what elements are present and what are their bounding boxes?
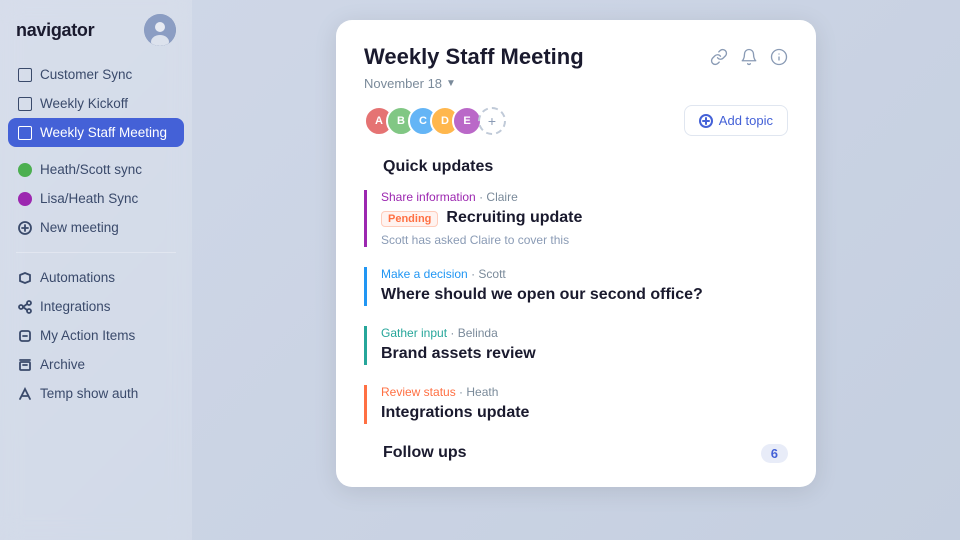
sidebar-item-label: Heath/Scott sync xyxy=(40,162,142,177)
quick-updates-section: Quick updates Share information · Claire… xyxy=(364,158,788,423)
tools-section: Automations Integrations My xyxy=(0,259,192,412)
sidebar-item-automations[interactable]: Automations xyxy=(8,263,184,292)
topic-type-label: Review status xyxy=(381,385,456,399)
meeting-date[interactable]: November 18 ▼ xyxy=(364,76,788,91)
add-topic-label: Add topic xyxy=(719,113,773,128)
integrations-icon xyxy=(18,300,32,314)
section-title: Quick updates xyxy=(364,158,788,176)
meeting-icon xyxy=(18,97,32,111)
topic-owner: · Heath xyxy=(459,385,498,399)
sidebar-item-label: Weekly Staff Meeting xyxy=(40,125,167,140)
sidebar-item-heath-scott[interactable]: Heath/Scott sync xyxy=(8,155,184,184)
sidebar-item-new-meeting[interactable]: New meeting xyxy=(8,213,184,242)
meeting-card: Weekly Staff Meeting xyxy=(336,20,816,487)
topic-type-label: Share information xyxy=(381,190,476,204)
sidebar-item-lisa-heath[interactable]: Lisa/Heath Sync xyxy=(8,184,184,213)
sidebar-item-my-action-items[interactable]: My Action Items xyxy=(8,321,184,350)
sidebar-item-label: Customer Sync xyxy=(40,67,132,82)
topic-title: Brand assets review xyxy=(381,344,536,365)
sidebar-item-customer-sync[interactable]: Customer Sync xyxy=(8,60,184,89)
automations-icon xyxy=(18,271,32,285)
topic-title-row: Pending Recruiting update xyxy=(381,208,788,229)
topic-meta: Make a decision · Scott xyxy=(381,267,788,281)
app-logo: navigator xyxy=(16,20,94,41)
topic-type-label: Gather input xyxy=(381,326,447,340)
topic-title-row: Where should we open our second office? xyxy=(381,285,788,306)
sidebar-item-label: Lisa/Heath Sync xyxy=(40,191,138,206)
meeting-icon xyxy=(18,68,32,82)
topic-type-label: Make a decision xyxy=(381,267,468,281)
follow-ups-count: 6 xyxy=(761,444,788,463)
topic-owner: · Scott xyxy=(471,267,506,281)
sidebar-header: navigator xyxy=(0,0,192,56)
topic-title: Where should we open our second office? xyxy=(381,285,703,306)
topic-owner: · Claire xyxy=(479,190,518,204)
sidebar-item-weekly-staff-meeting[interactable]: Weekly Staff Meeting xyxy=(8,118,184,147)
topic-title: Integrations update xyxy=(381,403,529,424)
topic-item[interactable]: Make a decision · Scott Where should we … xyxy=(364,267,788,306)
follow-ups-section[interactable]: Follow ups 6 xyxy=(364,444,788,463)
green-dot-icon xyxy=(18,163,32,177)
topic-meta: Gather input · Belinda xyxy=(381,326,788,340)
topic-item[interactable]: Review status · Heath Integrations updat… xyxy=(364,385,788,424)
user-avatar[interactable] xyxy=(144,14,176,46)
sidebar-item-archive[interactable]: Archive xyxy=(8,350,184,379)
meeting-action-icons xyxy=(710,48,788,66)
purple-dot-icon xyxy=(18,192,32,206)
sidebar-item-temp-show-auth[interactable]: Temp show auth xyxy=(8,379,184,408)
bell-icon[interactable] xyxy=(740,48,758,66)
sidebar-item-label: Integrations xyxy=(40,299,111,314)
meetings-section: Customer Sync Weekly Kickoff Weekly Staf… xyxy=(0,56,192,151)
sidebar-item-weekly-kickoff[interactable]: Weekly Kickoff xyxy=(8,89,184,118)
sidebar-item-label: Temp show auth xyxy=(40,386,138,401)
sidebar-divider xyxy=(16,252,176,253)
plus-icon xyxy=(699,114,713,128)
meeting-header: Weekly Staff Meeting xyxy=(364,44,788,70)
sidebar-item-label: New meeting xyxy=(40,220,119,235)
sidebar-item-integrations[interactable]: Integrations xyxy=(8,292,184,321)
attendees-row: A B C D E + Add topic xyxy=(364,105,788,136)
date-chevron-icon: ▼ xyxy=(446,78,456,89)
pending-badge: Pending xyxy=(381,211,438,227)
meeting-title: Weekly Staff Meeting xyxy=(364,44,584,70)
topic-title-row: Integrations update xyxy=(381,403,788,424)
attendee-avatars: A B C D E + xyxy=(364,106,506,136)
action-items-icon xyxy=(18,329,32,343)
topic-subtitle: Scott has asked Claire to cover this xyxy=(381,233,788,247)
topic-meta: Share information · Claire xyxy=(381,190,788,204)
info-icon[interactable] xyxy=(770,48,788,66)
link-icon[interactable] xyxy=(710,48,728,66)
topic-title: Recruiting update xyxy=(446,208,582,229)
archive-icon xyxy=(18,358,32,372)
follow-ups-title: Follow ups xyxy=(383,444,467,462)
sidebar-item-label: Archive xyxy=(40,357,85,372)
main-content: Weekly Staff Meeting xyxy=(192,0,960,540)
sidebar-item-label: Automations xyxy=(40,270,115,285)
auth-icon xyxy=(18,387,32,401)
add-topic-button[interactable]: Add topic xyxy=(684,105,788,136)
topic-title-row: Brand assets review xyxy=(381,344,788,365)
topic-owner: · Belinda xyxy=(450,326,497,340)
sidebar-item-label: My Action Items xyxy=(40,328,135,343)
sidebar-item-label: Weekly Kickoff xyxy=(40,96,128,111)
topic-item[interactable]: Share information · Claire Pending Recru… xyxy=(364,190,788,247)
meeting-icon xyxy=(18,126,32,140)
new-meeting-icon xyxy=(18,221,32,235)
topic-item[interactable]: Gather input · Belinda Brand assets revi… xyxy=(364,326,788,365)
add-attendee-button[interactable]: + xyxy=(478,107,506,135)
personal-section: Heath/Scott sync Lisa/Heath Sync New mee… xyxy=(0,151,192,246)
sidebar: navigator Customer Sync Weekly Kickoff W… xyxy=(0,0,192,540)
topic-meta: Review status · Heath xyxy=(381,385,788,399)
